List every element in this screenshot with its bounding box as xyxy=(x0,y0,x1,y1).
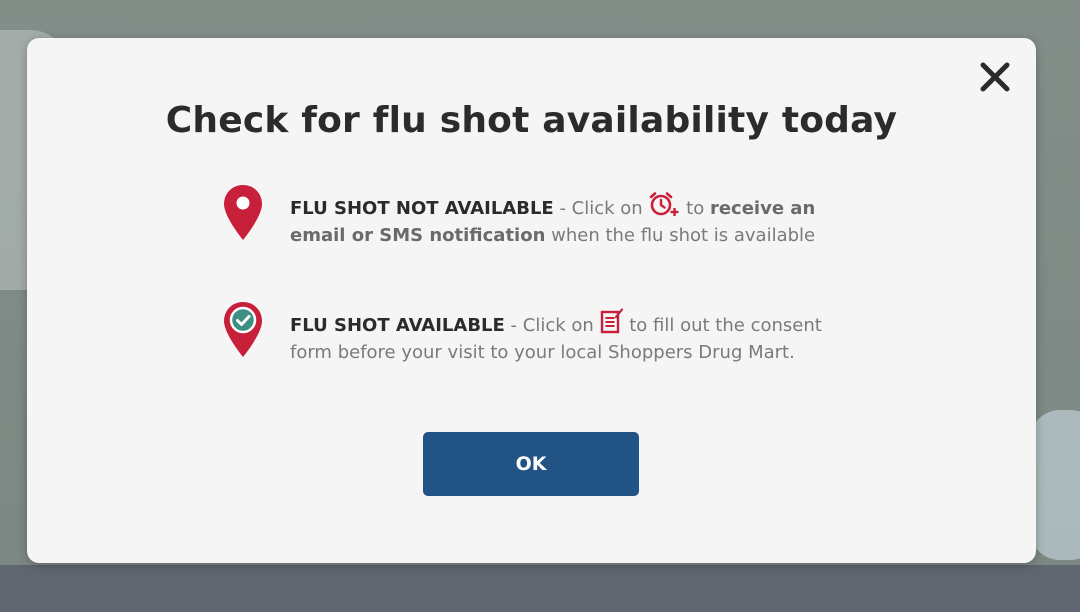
location-pin-check-icon xyxy=(222,300,264,360)
status-label: FLU SHOT AVAILABLE xyxy=(290,315,505,336)
description-text: - Click on xyxy=(553,198,649,219)
flu-shot-availability-modal: Check for flu shot availability today FL… xyxy=(27,38,1036,563)
close-icon[interactable] xyxy=(978,60,1012,94)
alarm-clock-add-icon xyxy=(648,191,680,217)
background-shape xyxy=(1030,410,1080,560)
available-description: FLU SHOT AVAILABLE - Click on to fill ou… xyxy=(290,308,830,366)
consent-form-icon xyxy=(600,308,624,334)
page-footer-backdrop xyxy=(0,565,1080,612)
ok-button[interactable]: OK xyxy=(423,432,639,496)
not-available-description: FLU SHOT NOT AVAILABLE - Click on to rec… xyxy=(290,191,830,249)
location-pin-icon xyxy=(222,183,264,243)
modal-title: Check for flu shot availability today xyxy=(165,100,898,141)
description-text: - Click on xyxy=(504,315,600,336)
description-text: to xyxy=(680,198,710,219)
status-label: FLU SHOT NOT AVAILABLE xyxy=(290,198,554,219)
description-text: when the flu shot is available xyxy=(545,225,816,246)
